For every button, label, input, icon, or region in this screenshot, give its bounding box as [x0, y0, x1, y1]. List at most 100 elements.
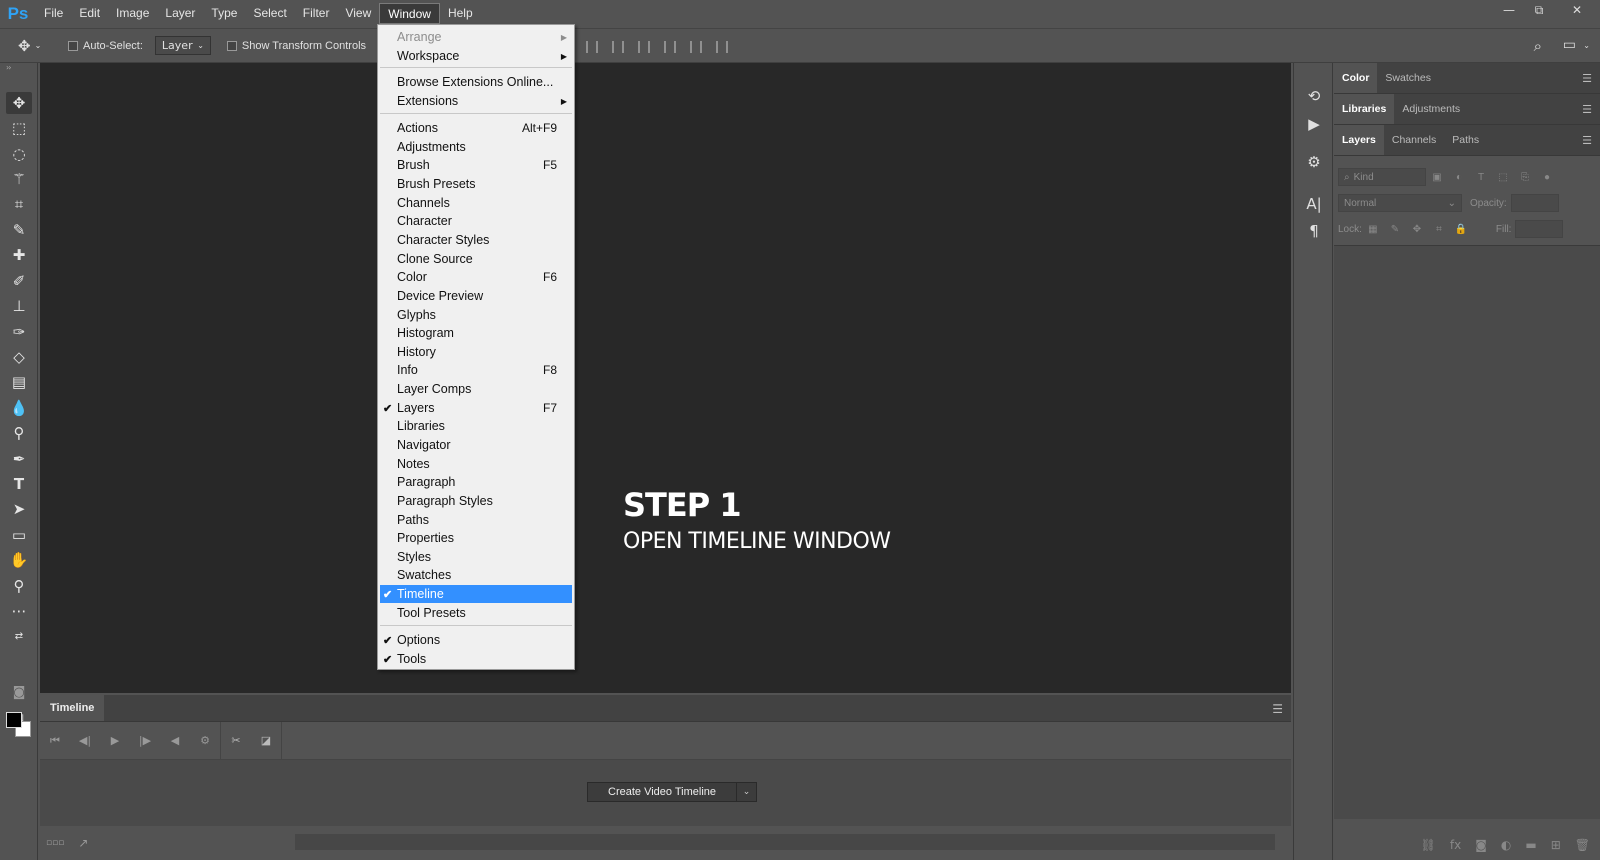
- menu-item-history[interactable]: History: [380, 343, 572, 361]
- menu-file[interactable]: File: [36, 3, 71, 24]
- align-left-icon[interactable]: [638, 40, 650, 53]
- restore-button[interactable]: ⧉: [1524, 0, 1554, 20]
- create-video-timeline-button[interactable]: Create Video Timeline: [587, 782, 738, 802]
- move-tool-icon[interactable]: ✥: [6, 92, 32, 114]
- menu-item-navigator[interactable]: Navigator: [380, 436, 572, 454]
- lock-artboard-icon[interactable]: ⌗: [1433, 223, 1445, 235]
- play-icon[interactable]: ▶: [100, 727, 130, 755]
- actions-play-icon[interactable]: ▶: [1303, 113, 1325, 135]
- quick-mask-icon[interactable]: ◙: [6, 681, 32, 703]
- path-selection-tool-icon[interactable]: ➤: [6, 498, 32, 520]
- move-tool-preset-picker[interactable]: ✥ ⌄: [18, 37, 58, 55]
- menu-item-browse-extensions-online[interactable]: Browse Extensions Online...: [380, 73, 572, 91]
- menu-image[interactable]: Image: [108, 3, 157, 24]
- device-icon[interactable]: ⚙: [1303, 151, 1325, 173]
- menu-filter[interactable]: Filter: [295, 3, 338, 24]
- lasso-tool-icon[interactable]: ◌: [6, 143, 32, 165]
- layers-list[interactable]: [1334, 245, 1600, 819]
- magic-wand-tool-icon[interactable]: ⚚: [6, 168, 32, 190]
- timeline-zoom-slider[interactable]: [295, 834, 1275, 850]
- gradient-tool-icon[interactable]: ▤: [6, 371, 32, 393]
- menu-item-tool-presets[interactable]: Tool Presets: [380, 604, 572, 622]
- menu-item-actions[interactable]: Actions Alt+F9: [380, 119, 572, 137]
- menu-item-device-preview[interactable]: Device Preview: [380, 287, 572, 305]
- tab-libraries[interactable]: Libraries: [1334, 94, 1395, 124]
- align-hcenter-icon[interactable]: [664, 40, 676, 53]
- auto-align-icon[interactable]: [716, 40, 728, 53]
- menu-item-styles[interactable]: Styles: [380, 548, 572, 566]
- menu-item-swatches[interactable]: Swatches: [380, 566, 572, 584]
- clone-stamp-tool-icon[interactable]: ⊥: [6, 295, 32, 317]
- transition-icon[interactable]: ◪: [251, 727, 281, 755]
- type-filter-icon[interactable]: T: [1475, 171, 1487, 183]
- delete-layer-icon[interactable]: 🗑: [1575, 838, 1590, 852]
- align-right-icon[interactable]: [690, 40, 702, 53]
- menu-item-histogram[interactable]: Histogram: [380, 324, 572, 342]
- menu-item-brush[interactable]: Brush F5: [380, 156, 572, 174]
- close-button[interactable]: ✕: [1554, 0, 1600, 20]
- menu-item-notes[interactable]: Notes: [380, 455, 572, 473]
- tab-adjustments[interactable]: Adjustments: [1394, 94, 1468, 124]
- brush-tool-icon[interactable]: ✐: [6, 270, 32, 292]
- menu-edit[interactable]: Edit: [71, 3, 108, 24]
- shape-filter-icon[interactable]: ⬚: [1497, 171, 1509, 183]
- menu-item-paths[interactable]: Paths: [380, 511, 572, 529]
- previous-frame-icon[interactable]: ◀|: [70, 727, 100, 755]
- settings-gear-icon[interactable]: ⚙: [190, 727, 220, 755]
- new-adjustment-icon[interactable]: ◐: [1501, 838, 1511, 852]
- new-layer-icon[interactable]: ⊞: [1551, 838, 1561, 852]
- filter-toggle-icon[interactable]: ●: [1541, 171, 1553, 183]
- image-filter-icon[interactable]: ▣: [1431, 171, 1443, 183]
- link-layers-icon[interactable]: ⛓: [1421, 838, 1436, 852]
- adjustment-filter-icon[interactable]: ◐: [1453, 171, 1465, 183]
- align-center-icon[interactable]: [586, 40, 598, 53]
- menu-item-info[interactable]: Info F8: [380, 361, 572, 379]
- menu-item-options[interactable]: ✔ Options: [380, 631, 572, 649]
- history-icon[interactable]: ⟲: [1303, 85, 1325, 107]
- auto-select-target-select[interactable]: Layer ⌄: [154, 36, 211, 55]
- go-to-first-frame-icon[interactable]: ⏮: [40, 727, 70, 755]
- foreground-color-swatch[interactable]: [6, 712, 22, 728]
- swap-colors-icon[interactable]: ⇄: [6, 625, 32, 647]
- new-group-icon[interactable]: ▬: [1525, 838, 1536, 852]
- auto-select-checkbox[interactable]: Auto-Select:: [68, 40, 143, 52]
- menu-item-layer-comps[interactable]: Layer Comps: [380, 380, 572, 398]
- panel-menu-icon[interactable]: ☰: [1582, 134, 1592, 147]
- minimize-button[interactable]: —: [1494, 0, 1524, 20]
- menu-item-color[interactable]: Color F6: [380, 268, 572, 286]
- lock-pixels-icon[interactable]: ✎: [1389, 223, 1401, 235]
- lock-position-icon[interactable]: ✥: [1411, 223, 1423, 235]
- fill-input[interactable]: [1515, 220, 1564, 238]
- workspace-icon[interactable]: ▭: [1563, 37, 1576, 53]
- paragraph-icon[interactable]: ¶: [1303, 220, 1325, 242]
- blur-tool-icon[interactable]: 💧: [6, 397, 32, 419]
- menu-item-tools[interactable]: ✔ Tools: [380, 650, 572, 668]
- more-tools-icon[interactable]: ⋯: [6, 600, 32, 622]
- dodge-tool-icon[interactable]: ⚲: [6, 422, 32, 444]
- menu-item-workspace[interactable]: Workspace ▶: [380, 47, 572, 65]
- eyedropper-tool-icon[interactable]: ✎: [6, 219, 32, 241]
- layer-kind-filter[interactable]: ⌕ Kind: [1338, 168, 1426, 186]
- menu-view[interactable]: View: [337, 3, 379, 24]
- audio-icon[interactable]: ◀: [160, 727, 190, 755]
- fx-icon[interactable]: fx: [1450, 838, 1461, 852]
- menu-item-character-styles[interactable]: Character Styles: [380, 231, 572, 249]
- menu-layer[interactable]: Layer: [157, 3, 203, 24]
- tab-swatches[interactable]: Swatches: [1377, 63, 1439, 93]
- tab-timeline[interactable]: Timeline: [40, 694, 105, 721]
- menu-item-extensions[interactable]: Extensions ▶: [380, 92, 572, 110]
- tab-layers[interactable]: Layers: [1334, 125, 1384, 155]
- menu-item-paragraph[interactable]: Paragraph: [380, 473, 572, 491]
- rectangle-tool-icon[interactable]: ▭: [6, 524, 32, 546]
- menu-item-timeline[interactable]: ✔ Timeline: [380, 585, 572, 603]
- pen-tool-icon[interactable]: ✒: [6, 448, 32, 470]
- menu-item-layers[interactable]: ✔ Layers F7: [380, 399, 572, 417]
- menu-help[interactable]: Help: [440, 3, 481, 24]
- menu-item-clone-source[interactable]: Clone Source: [380, 250, 572, 268]
- menu-item-adjustments[interactable]: Adjustments: [380, 138, 572, 156]
- lock-transparency-icon[interactable]: ▦: [1367, 223, 1379, 235]
- menu-item-arrange[interactable]: Arrange ▶: [380, 28, 572, 46]
- healing-brush-tool-icon[interactable]: ✚: [6, 244, 32, 266]
- chevron-down-icon[interactable]: ⌄: [1583, 41, 1590, 50]
- document-canvas[interactable]: STEP 1 OPEN TIMELINE WINDOW: [40, 63, 1291, 693]
